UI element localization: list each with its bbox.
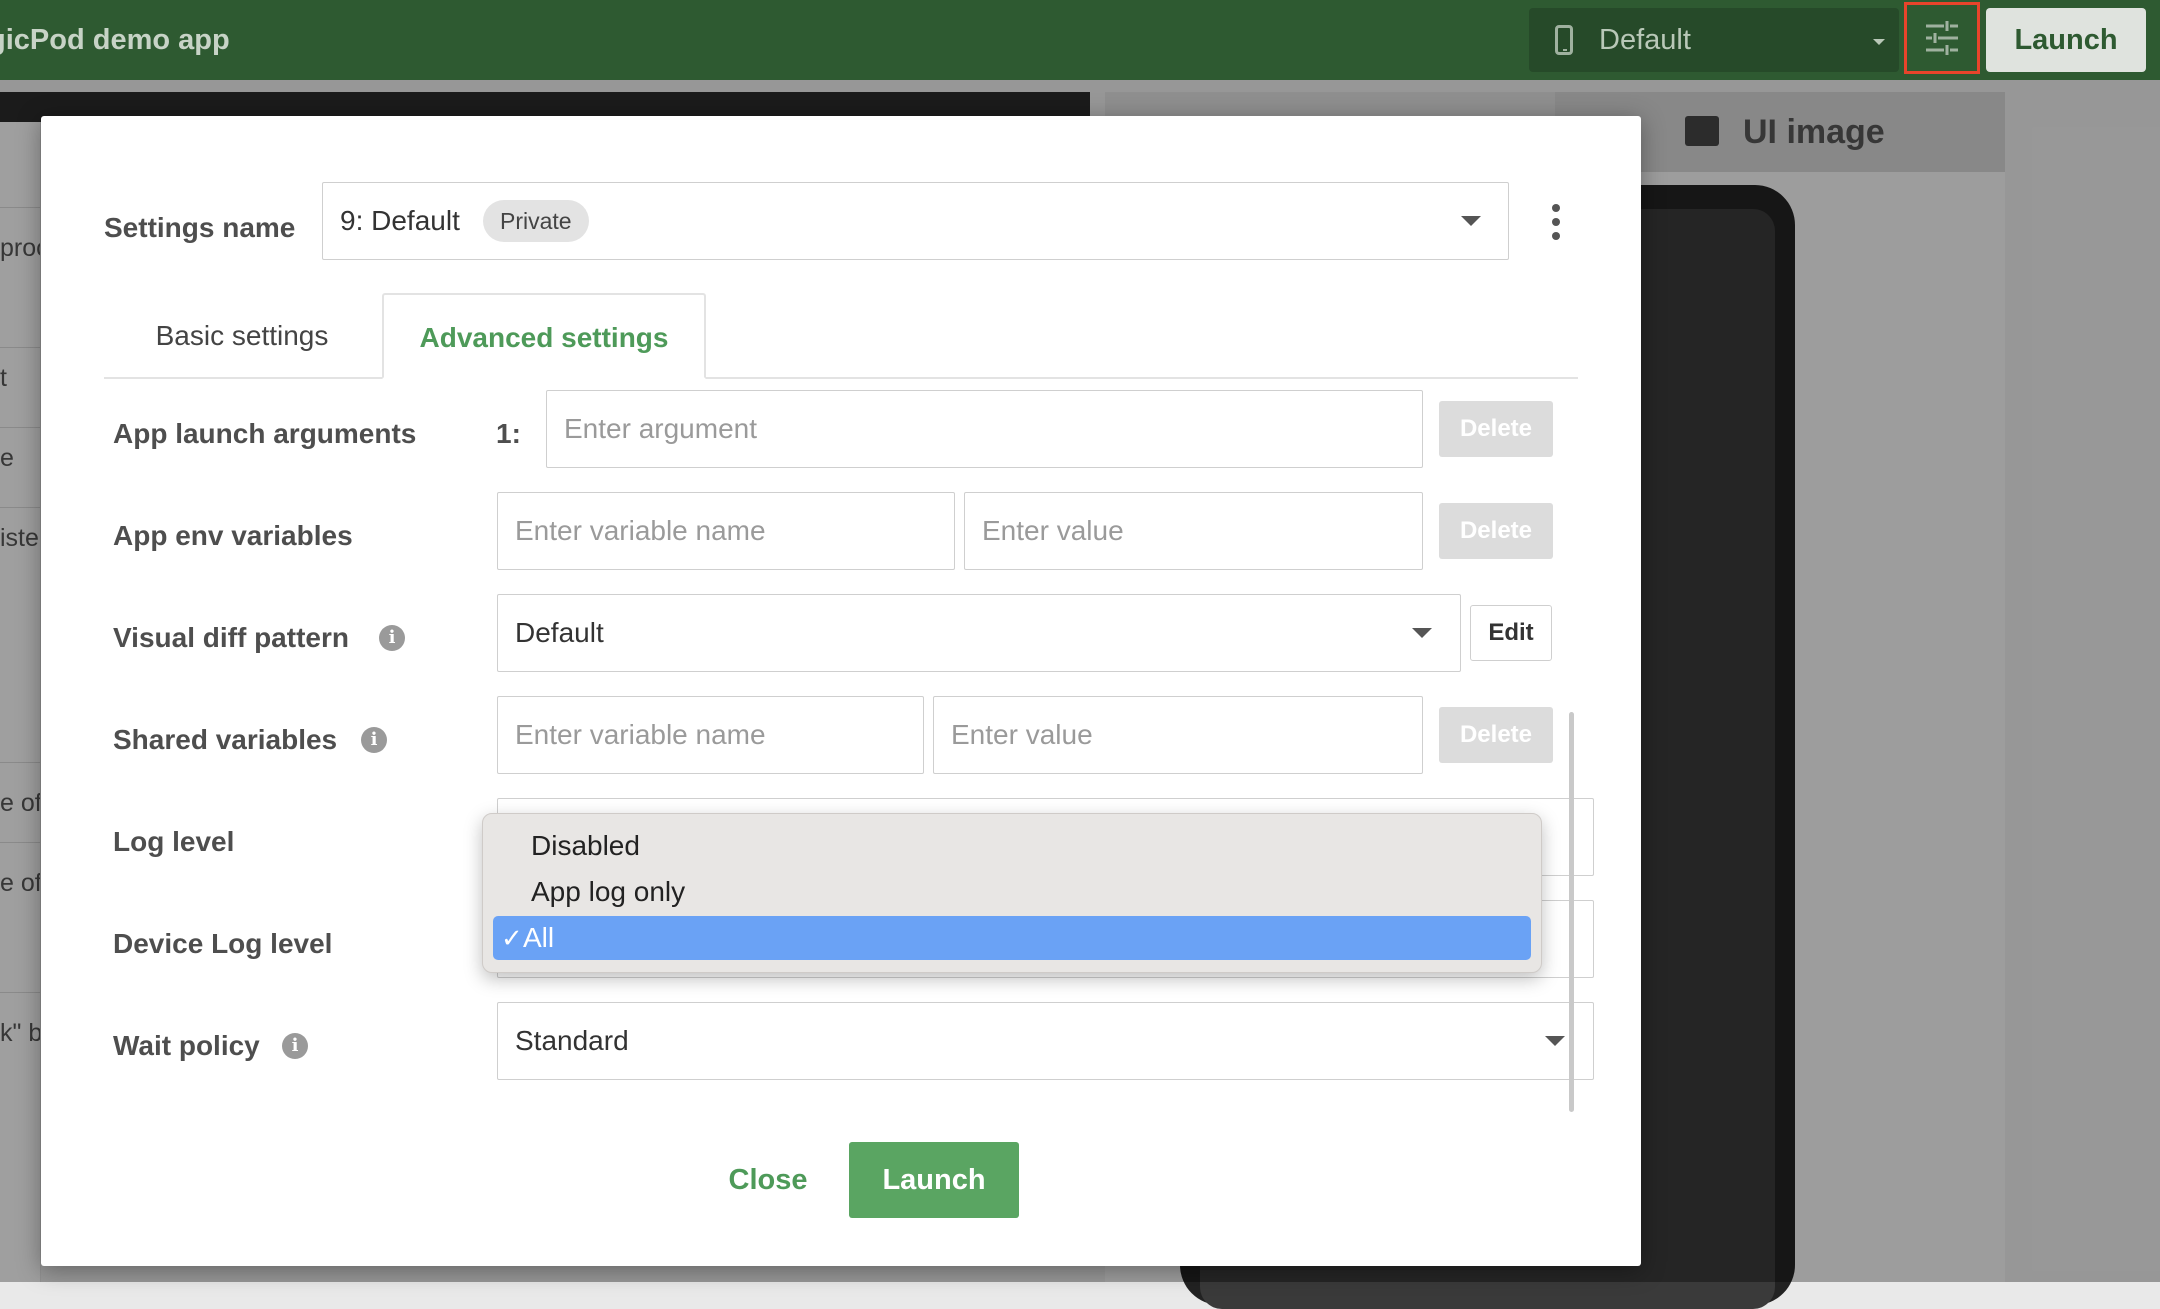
dropdown-option-all[interactable]: ✓ All: [493, 916, 1531, 960]
tune-icon: [1926, 21, 1958, 55]
app-launch-arguments-label: App launch arguments: [113, 418, 417, 449]
chevron-down-icon: [1545, 1036, 1565, 1046]
visual-diff-pattern-select[interactable]: Default: [497, 594, 1461, 672]
close-button[interactable]: Close: [693, 1142, 843, 1218]
dropdown-option-app-log-only[interactable]: App log only: [493, 870, 1531, 914]
wait-policy-value: Standard: [515, 1025, 629, 1056]
env-variable-name-input[interactable]: [497, 492, 955, 570]
top-bar: gicPod demo app Default Launch: [0, 0, 2160, 80]
app-env-variables-label: App env variables: [113, 520, 353, 551]
info-icon[interactable]: i: [379, 625, 405, 651]
visual-diff-pattern-label: Visual diff pattern: [113, 622, 349, 653]
wait-policy-label: Wait policy: [113, 1030, 260, 1061]
chevron-down-icon: [1461, 216, 1481, 226]
visual-diff-pattern-value: Default: [515, 617, 604, 648]
delete-argument-button[interactable]: Delete: [1439, 401, 1553, 457]
launch-button[interactable]: Launch: [849, 1142, 1019, 1218]
chevron-down-icon: [1873, 39, 1885, 45]
device-log-level-label: Device Log level: [113, 928, 333, 959]
settings-name-label: Settings name: [104, 212, 296, 243]
chevron-down-icon: [1412, 628, 1432, 638]
log-level-label: Log level: [113, 826, 235, 857]
device-select[interactable]: Default: [1529, 8, 1899, 72]
argument-index-label: 1:: [496, 418, 521, 449]
dropdown-option-label: Disabled: [531, 830, 640, 861]
delete-env-variable-button[interactable]: Delete: [1439, 503, 1553, 559]
delete-shared-variable-button[interactable]: Delete: [1439, 707, 1553, 763]
launch-settings-modal: Settings name 9: Default Private Basic s…: [41, 116, 1641, 1266]
dropdown-option-label: App log only: [531, 876, 686, 907]
log-level-dropdown-menu: Disabled App log only ✓ All: [482, 813, 1542, 973]
dropdown-option-disabled[interactable]: Disabled: [493, 824, 1531, 868]
info-icon[interactable]: i: [361, 727, 387, 753]
modal-scrollbar[interactable]: [1569, 712, 1574, 1112]
dropdown-option-label: All: [523, 922, 555, 953]
shared-variable-value-input[interactable]: [933, 696, 1423, 774]
settings-name-select[interactable]: 9: Default Private: [322, 182, 1509, 260]
edit-visual-diff-button[interactable]: Edit: [1470, 605, 1552, 661]
settings-tune-button[interactable]: [1904, 2, 1980, 74]
env-variable-value-input[interactable]: [964, 492, 1423, 570]
settings-name-value: 9: Default: [340, 205, 460, 236]
private-badge: Private: [483, 200, 589, 242]
device-select-value: Default: [1599, 24, 1691, 56]
launch-top-button[interactable]: Launch: [1986, 8, 2146, 72]
wait-policy-select[interactable]: Standard: [497, 1002, 1594, 1080]
tab-basic-settings[interactable]: Basic settings: [104, 293, 380, 379]
shared-variable-name-input[interactable]: [497, 696, 924, 774]
info-icon[interactable]: i: [282, 1033, 308, 1059]
argument-input[interactable]: [546, 390, 1423, 468]
phone-icon: [1555, 25, 1573, 55]
app-title: gicPod demo app: [0, 24, 230, 56]
shared-variables-label: Shared variables: [113, 724, 338, 755]
more-options-icon[interactable]: [1541, 202, 1571, 242]
checkmark-icon: ✓: [501, 923, 523, 953]
tab-advanced-settings[interactable]: Advanced settings: [382, 293, 706, 379]
